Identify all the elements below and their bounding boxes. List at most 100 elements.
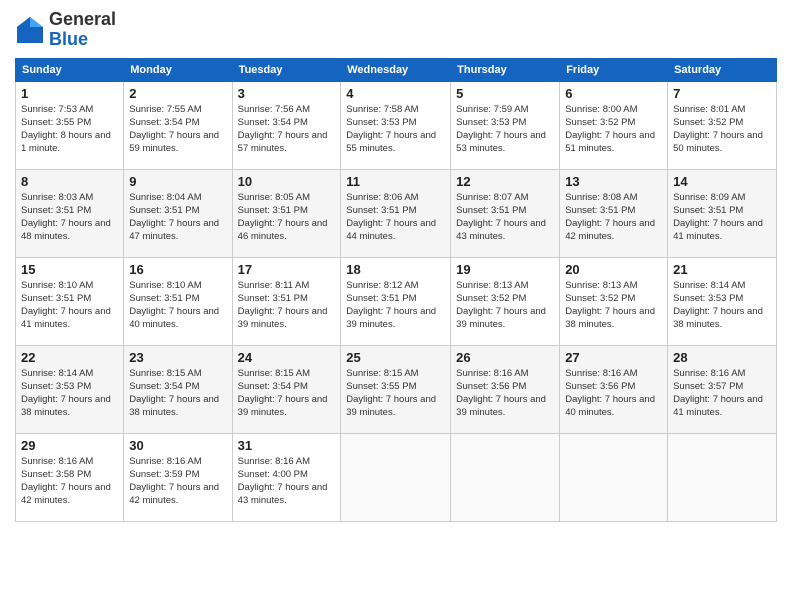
calendar-cell: 19 Sunrise: 8:13 AMSunset: 3:52 PMDayligh… xyxy=(451,257,560,345)
calendar-cell xyxy=(560,433,668,521)
day-detail: Sunrise: 8:16 AMSunset: 3:58 PMDaylight:… xyxy=(21,455,118,508)
calendar-cell: 30 Sunrise: 8:16 AMSunset: 3:59 PMDayligh… xyxy=(124,433,232,521)
calendar-cell: 1 Sunrise: 7:53 AMSunset: 3:55 PMDaylight… xyxy=(16,81,124,169)
calendar-cell: 4 Sunrise: 7:58 AMSunset: 3:53 PMDaylight… xyxy=(341,81,451,169)
day-number: 15 xyxy=(21,262,118,277)
day-detail: Sunrise: 8:06 AMSunset: 3:51 PMDaylight:… xyxy=(346,191,445,244)
calendar-cell: 29 Sunrise: 8:16 AMSunset: 3:58 PMDayligh… xyxy=(16,433,124,521)
day-detail: Sunrise: 8:00 AMSunset: 3:52 PMDaylight:… xyxy=(565,103,662,156)
day-detail: Sunrise: 7:55 AMSunset: 3:54 PMDaylight:… xyxy=(129,103,226,156)
day-detail: Sunrise: 8:11 AMSunset: 3:51 PMDaylight:… xyxy=(238,279,336,332)
calendar-cell: 15 Sunrise: 8:10 AMSunset: 3:51 PMDayligh… xyxy=(16,257,124,345)
calendar-cell: 14 Sunrise: 8:09 AMSunset: 3:51 PMDayligh… xyxy=(668,169,777,257)
calendar-cell: 7Sunrise: 8:01 AMSunset: 3:52 PMDaylight… xyxy=(668,81,777,169)
calendar-cell: 25Sunrise: 8:15 AMSunset: 3:55 PMDayligh… xyxy=(341,345,451,433)
logo-icon xyxy=(15,15,45,45)
day-detail: Sunrise: 8:16 AMSunset: 3:59 PMDaylight:… xyxy=(129,455,226,508)
calendar-cell: 16 Sunrise: 8:10 AMSunset: 3:51 PMDayligh… xyxy=(124,257,232,345)
day-number: 20 xyxy=(565,262,662,277)
day-number: 28 xyxy=(673,350,771,365)
day-detail: Sunrise: 8:16 AMSunset: 4:00 PMDaylight:… xyxy=(238,455,336,508)
day-detail: Sunrise: 7:59 AMSunset: 3:53 PMDaylight:… xyxy=(456,103,554,156)
day-number: 12 xyxy=(456,174,554,189)
calendar-cell xyxy=(451,433,560,521)
day-number: 16 xyxy=(129,262,226,277)
day-number: 17 xyxy=(238,262,336,277)
day-detail: Sunrise: 8:04 AMSunset: 3:51 PMDaylight:… xyxy=(129,191,226,244)
day-number: 11 xyxy=(346,174,445,189)
day-detail: Sunrise: 8:13 AMSunset: 3:52 PMDaylight:… xyxy=(456,279,554,332)
calendar-cell xyxy=(341,433,451,521)
col-header-tuesday: Tuesday xyxy=(232,58,341,81)
day-number: 4 xyxy=(346,86,445,101)
day-number: 26 xyxy=(456,350,554,365)
day-detail: Sunrise: 8:14 AMSunset: 3:53 PMDaylight:… xyxy=(21,367,118,420)
calendar-cell: 11 Sunrise: 8:06 AMSunset: 3:51 PMDayligh… xyxy=(341,169,451,257)
day-number: 30 xyxy=(129,438,226,453)
day-number: 8 xyxy=(21,174,118,189)
day-number: 23 xyxy=(129,350,226,365)
day-number: 21 xyxy=(673,262,771,277)
day-detail: Sunrise: 8:15 AMSunset: 3:54 PMDaylight:… xyxy=(238,367,336,420)
day-number: 14 xyxy=(673,174,771,189)
calendar-cell: 26 Sunrise: 8:16 AMSunset: 3:56 PMDayligh… xyxy=(451,345,560,433)
day-number: 9 xyxy=(129,174,226,189)
day-detail: Sunrise: 8:13 AMSunset: 3:52 PMDaylight:… xyxy=(565,279,662,332)
calendar-cell: 28 Sunrise: 8:16 AMSunset: 3:57 PMDayligh… xyxy=(668,345,777,433)
calendar-cell: 12 Sunrise: 8:07 AMSunset: 3:51 PMDayligh… xyxy=(451,169,560,257)
calendar-cell: 17 Sunrise: 8:11 AMSunset: 3:51 PMDayligh… xyxy=(232,257,341,345)
day-number: 31 xyxy=(238,438,336,453)
day-number: 25 xyxy=(346,350,445,365)
day-number: 5 xyxy=(456,86,554,101)
calendar-cell: 23 Sunrise: 8:15 AMSunset: 3:54 PMDayligh… xyxy=(124,345,232,433)
col-header-thursday: Thursday xyxy=(451,58,560,81)
logo: General Blue xyxy=(15,10,116,50)
day-detail: Sunrise: 8:08 AMSunset: 3:51 PMDaylight:… xyxy=(565,191,662,244)
calendar-cell: 21 Sunrise: 8:14 AMSunset: 3:53 PMDayligh… xyxy=(668,257,777,345)
calendar-cell: 24 Sunrise: 8:15 AMSunset: 3:54 PMDayligh… xyxy=(232,345,341,433)
calendar-cell: 6Sunrise: 8:00 AMSunset: 3:52 PMDaylight… xyxy=(560,81,668,169)
day-number: 19 xyxy=(456,262,554,277)
day-number: 1 xyxy=(21,86,118,101)
calendar-cell: 5 Sunrise: 7:59 AMSunset: 3:53 PMDaylight… xyxy=(451,81,560,169)
day-detail: Sunrise: 8:07 AMSunset: 3:51 PMDaylight:… xyxy=(456,191,554,244)
day-detail: Sunrise: 8:09 AMSunset: 3:51 PMDaylight:… xyxy=(673,191,771,244)
day-detail: Sunrise: 7:58 AMSunset: 3:53 PMDaylight:… xyxy=(346,103,445,156)
calendar-week-1: 1 Sunrise: 7:53 AMSunset: 3:55 PMDaylight… xyxy=(16,81,777,169)
day-detail: Sunrise: 8:14 AMSunset: 3:53 PMDaylight:… xyxy=(673,279,771,332)
calendar-cell: 3 Sunrise: 7:56 AMSunset: 3:54 PMDaylight… xyxy=(232,81,341,169)
day-detail: Sunrise: 8:05 AMSunset: 3:51 PMDaylight:… xyxy=(238,191,336,244)
col-header-friday: Friday xyxy=(560,58,668,81)
calendar-cell: 2 Sunrise: 7:55 AMSunset: 3:54 PMDaylight… xyxy=(124,81,232,169)
calendar-week-2: 8Sunrise: 8:03 AMSunset: 3:51 PMDaylight… xyxy=(16,169,777,257)
page: General Blue SundayMondayTuesdayWednesda… xyxy=(0,0,792,612)
day-number: 13 xyxy=(565,174,662,189)
day-detail: Sunrise: 8:16 AMSunset: 3:56 PMDaylight:… xyxy=(456,367,554,420)
calendar-cell: 20 Sunrise: 8:13 AMSunset: 3:52 PMDayligh… xyxy=(560,257,668,345)
day-number: 2 xyxy=(129,86,226,101)
day-detail: Sunrise: 8:10 AMSunset: 3:51 PMDaylight:… xyxy=(129,279,226,332)
day-number: 29 xyxy=(21,438,118,453)
calendar-table: SundayMondayTuesdayWednesdayThursdayFrid… xyxy=(15,58,777,522)
day-number: 10 xyxy=(238,174,336,189)
day-detail: Sunrise: 7:53 AMSunset: 3:55 PMDaylight:… xyxy=(21,103,118,156)
day-number: 18 xyxy=(346,262,445,277)
col-header-saturday: Saturday xyxy=(668,58,777,81)
calendar-cell: 10 Sunrise: 8:05 AMSunset: 3:51 PMDayligh… xyxy=(232,169,341,257)
calendar-week-3: 15 Sunrise: 8:10 AMSunset: 3:51 PMDayligh… xyxy=(16,257,777,345)
day-number: 24 xyxy=(238,350,336,365)
calendar-cell: 31 Sunrise: 8:16 AMSunset: 4:00 PMDayligh… xyxy=(232,433,341,521)
calendar-cell xyxy=(668,433,777,521)
day-number: 22 xyxy=(21,350,118,365)
calendar-cell: 27Sunrise: 8:16 AMSunset: 3:56 PMDayligh… xyxy=(560,345,668,433)
logo-text: General Blue xyxy=(49,10,116,50)
calendar-cell: 22 Sunrise: 8:14 AMSunset: 3:53 PMDayligh… xyxy=(16,345,124,433)
calendar-cell: 18Sunrise: 8:12 AMSunset: 3:51 PMDayligh… xyxy=(341,257,451,345)
day-number: 7 xyxy=(673,86,771,101)
day-detail: Sunrise: 8:10 AMSunset: 3:51 PMDaylight:… xyxy=(21,279,118,332)
day-detail: Sunrise: 8:16 AMSunset: 3:57 PMDaylight:… xyxy=(673,367,771,420)
col-header-sunday: Sunday xyxy=(16,58,124,81)
day-detail: Sunrise: 8:15 AMSunset: 3:54 PMDaylight:… xyxy=(129,367,226,420)
day-number: 3 xyxy=(238,86,336,101)
day-detail: Sunrise: 7:56 AMSunset: 3:54 PMDaylight:… xyxy=(238,103,336,156)
